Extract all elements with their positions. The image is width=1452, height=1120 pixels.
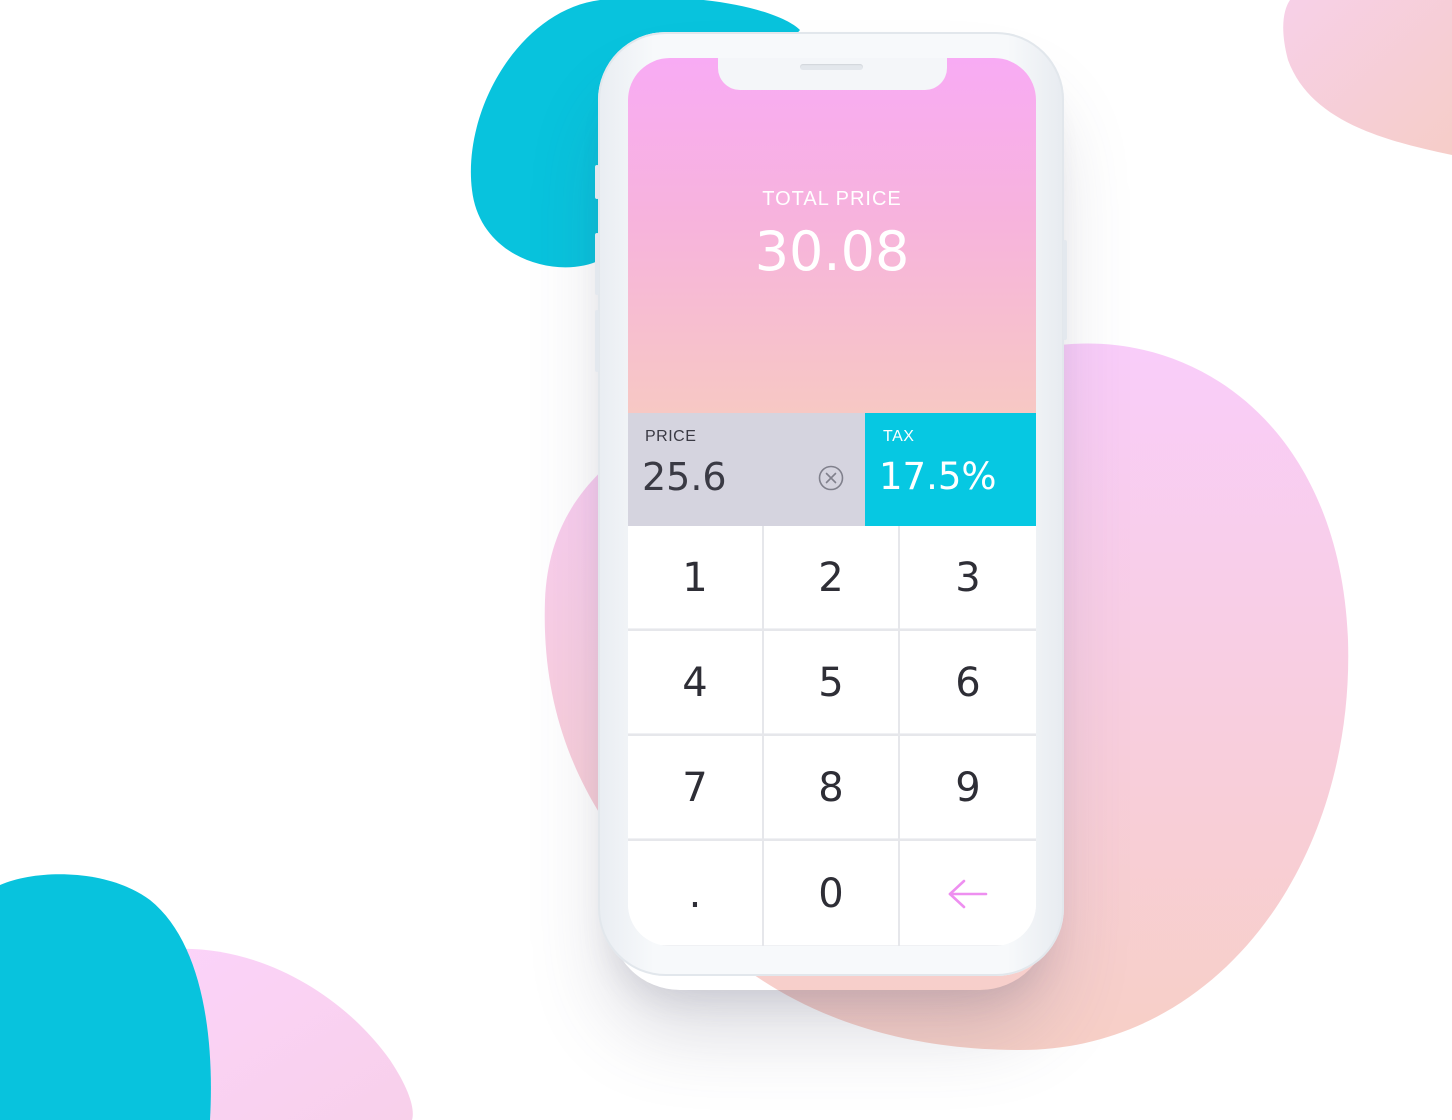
backspace-arrow-icon <box>948 879 988 908</box>
key-6[interactable]: 6 <box>900 631 1036 736</box>
total-header: TOTAL PRICE 30.08 <box>628 58 1036 413</box>
key-7[interactable]: 7 <box>628 736 764 841</box>
price-label: PRICE <box>645 428 697 445</box>
total-price-label: TOTAL PRICE <box>762 188 902 210</box>
phone-volume-down-button <box>595 310 599 372</box>
total-price-value: 30.08 <box>754 220 910 283</box>
price-value: 25.6 <box>642 455 727 499</box>
price-input[interactable]: PRICE 25.6 <box>628 413 865 526</box>
key-5[interactable]: 5 <box>764 631 900 736</box>
keypad: 1 2 3 4 5 6 7 8 9 . 0 <box>628 526 1036 946</box>
key-1[interactable]: 1 <box>628 526 764 631</box>
key-0[interactable]: 0 <box>764 841 900 946</box>
tax-value: 17.5% <box>879 455 997 498</box>
app-screen: TOTAL PRICE 30.08 PRICE 25.6 TAX 17.5% 1… <box>628 58 1036 946</box>
key-2[interactable]: 2 <box>764 526 900 631</box>
phone-speaker <box>800 64 863 70</box>
phone-notch <box>718 58 947 90</box>
key-decimal[interactable]: . <box>628 841 764 946</box>
pink-blob-corner <box>1283 0 1452 155</box>
key-backspace[interactable] <box>900 841 1036 946</box>
close-circle-icon[interactable] <box>818 465 844 491</box>
key-4[interactable]: 4 <box>628 631 764 736</box>
tax-input[interactable]: TAX 17.5% <box>865 413 1036 526</box>
key-9[interactable]: 9 <box>900 736 1036 841</box>
cyan-blob-bottom-left <box>0 874 211 1120</box>
key-8[interactable]: 8 <box>764 736 900 841</box>
key-3[interactable]: 3 <box>900 526 1036 631</box>
phone-side-button <box>595 165 599 199</box>
phone-volume-up-button <box>595 233 599 295</box>
phone-power-button <box>1063 240 1067 340</box>
tax-label: TAX <box>883 428 915 445</box>
